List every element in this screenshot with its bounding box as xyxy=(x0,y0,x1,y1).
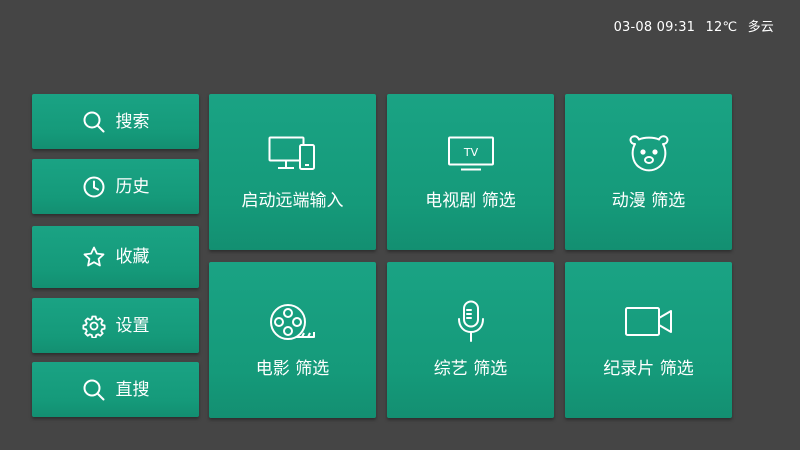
sidebar-item-settings[interactable]: 设置 xyxy=(32,298,199,353)
tile-label: 动漫 筛选 xyxy=(611,191,686,211)
tile-variety[interactable]: 综艺 筛选 xyxy=(387,262,554,418)
sidebar-item-label: 直搜 xyxy=(115,379,150,400)
sidebar-item-label: 收藏 xyxy=(115,247,150,267)
status-weather: 多云 xyxy=(747,20,774,35)
monitor-phone-icon xyxy=(209,132,376,176)
tv-icon-text: TV xyxy=(462,146,478,159)
tile-label: 综艺 筛选 xyxy=(433,359,508,379)
gear-icon xyxy=(82,314,106,338)
star-icon xyxy=(82,245,106,269)
tile-label: 电影 筛选 xyxy=(255,359,330,379)
tile-label: 电视剧 筛选 xyxy=(425,191,516,211)
microphone-icon xyxy=(387,300,554,344)
sidebar-item-label: 搜索 xyxy=(115,111,150,132)
sidebar-item-label: 历史 xyxy=(115,176,150,197)
tile-tv-series[interactable]: TV 电视剧 筛选 xyxy=(387,94,554,250)
bear-face-icon xyxy=(565,132,732,176)
tv-icon: TV xyxy=(387,132,554,176)
search-icon xyxy=(82,110,106,134)
tile-label: 启动远端输入 xyxy=(241,191,344,211)
search-icon xyxy=(82,378,106,402)
tile-documentary[interactable]: 纪录片 筛选 xyxy=(565,262,732,418)
status-bar: 03-08 09:31 12℃ 多云 xyxy=(608,16,774,35)
film-reel-icon xyxy=(209,300,376,344)
sidebar-item-search[interactable]: 搜索 xyxy=(32,94,199,149)
tile-label: 纪录片 筛选 xyxy=(603,359,694,379)
tile-remote-input[interactable]: 启动远端输入 xyxy=(209,94,376,250)
video-camera-icon xyxy=(565,300,732,344)
clock-icon xyxy=(82,175,106,199)
sidebar-item-history[interactable]: 历史 xyxy=(32,159,199,214)
status-datetime: 03-08 09:31 xyxy=(613,20,696,35)
tile-anime[interactable]: 动漫 筛选 xyxy=(565,94,732,250)
sidebar-item-label: 设置 xyxy=(115,315,150,336)
sidebar-item-direct-search[interactable]: 直搜 xyxy=(32,362,199,417)
sidebar-item-favorites[interactable]: 收藏 xyxy=(32,226,199,288)
status-temperature: 12℃ xyxy=(705,20,738,35)
tile-movies[interactable]: 电影 筛选 xyxy=(209,262,376,418)
home-screen: 03-08 09:31 12℃ 多云 搜索 历史 收藏 设置 直搜 启动远端输入… xyxy=(0,0,800,450)
